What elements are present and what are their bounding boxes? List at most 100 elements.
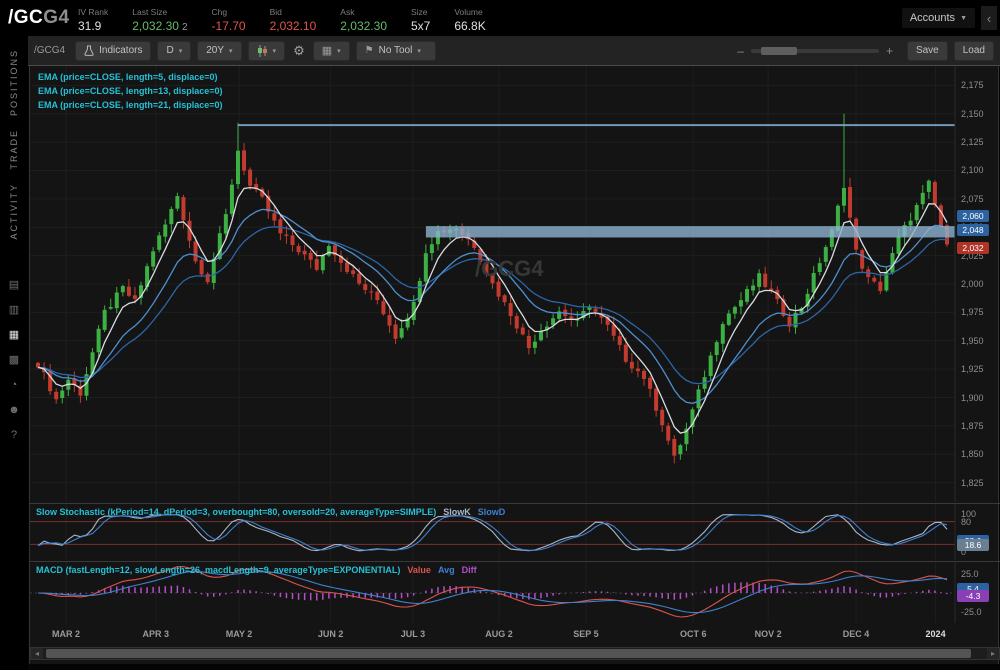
macd-study-label[interactable]: MACD (fastLength=12, slowLength=26, macd… [36,565,484,575]
chart-style-dropdown[interactable]: ▦ ▾ [313,41,350,61]
symbol-watermark: /GCG4 [475,256,543,282]
stochastic-panel: Slow Stochastic (kPeriod=14, dPeriod=3, … [30,503,1000,560]
chart-icon[interactable]: ▦ [5,328,23,342]
zoom-slider[interactable] [751,49,879,53]
zoom-in-button[interactable]: + [886,44,893,58]
candlestick-icon [257,45,268,57]
watchlist-icon[interactable]: ▤ [5,278,23,292]
range-value: 20Y [206,45,224,56]
macd-panel: MACD (fastLength=12, slowLength=26, macd… [30,561,1000,623]
widgets-icon[interactable]: ▩ [5,353,23,367]
price-axis-bubble: 2,032 [957,242,989,254]
ema13-study-label[interactable]: EMA (price=CLOSE, length=13, displace=0) [38,86,222,96]
zoom-control: – + [737,44,893,58]
orders-icon[interactable]: ▥ [5,303,23,317]
macd-value-legend: Value [407,565,431,575]
date-label: JUN 2 [318,629,344,639]
help-icon[interactable]: ? [5,428,23,442]
price-axis-tick: 2,125 [961,137,984,147]
range-dropdown[interactable]: 20Y ▾ [197,41,241,61]
sidebar-tab-trade[interactable]: TRADE [9,129,19,170]
quote-stat-value: -17.70 [212,19,246,33]
price-axis-bubble: 2,060 [957,210,989,222]
chevron-down-icon: ▾ [229,47,233,55]
quote-stat-label: Size [411,7,430,17]
symbol-root: /GC [8,7,43,28]
chevron-down-icon: ▾ [273,47,277,55]
macd-avg-legend: Avg [438,565,455,575]
sidebar-tab-activity[interactable]: ACTIVITY [9,183,19,240]
quote-stat-label: Volume [454,7,485,17]
date-label: APR 3 [143,629,170,639]
drawing-tool-value: No Tool [379,45,413,56]
symbol-contract: G4 [43,7,69,28]
chart-window: /GCG4 Indicators D ▾ 20Y ▾ ▾ ⚙ ▦ ▾ ⚑ No … [28,36,1000,670]
slowd-legend: SlowD [478,507,506,517]
zoom-slider-thumb[interactable] [761,47,797,55]
quote-stat-label: Last Size [132,7,187,17]
history-icon[interactable]: ◔ [5,378,23,392]
price-axis-tick: 1,975 [961,307,984,317]
chevron-down-icon: ▼ [960,15,967,22]
price-axis-tick: 2,150 [961,109,984,119]
date-label: DEC 4 [843,629,870,639]
price-axis-tick: 1,850 [961,449,984,459]
aggregation-value: D [166,45,173,56]
quote-stat-size: 2 [182,22,188,33]
chart-area: EMA (price=CLOSE, length=5, displace=0) … [29,66,999,664]
topbar-right: Accounts ▼ ‹ [902,6,1000,30]
quote-stat-value: 2,032.10 [270,19,317,33]
price-axis-tick: 1,950 [961,336,984,346]
quote-stats: IV Rank31.9Last Size2,032.302Chg-17.70Bi… [78,4,486,33]
chart-symbol-label: /GCG4 [34,45,65,56]
aggregation-dropdown[interactable]: D ▾ [157,41,191,61]
quote-stat: Ask2,032.30 [340,7,387,33]
ema5-study-label[interactable]: EMA (price=CLOSE, length=5, displace=0) [38,72,217,82]
quote-stat: IV Rank 31.9 [78,7,108,33]
load-button[interactable]: Load [954,41,994,61]
quote-stat-label: Chg [212,7,246,17]
quote-stat-label: Ask [340,7,387,17]
accounts-dropdown[interactable]: Accounts ▼ [902,8,975,28]
price-panel: EMA (price=CLOSE, length=5, displace=0) … [30,66,1000,502]
date-label: 2024 [926,629,946,639]
stochastic-study-label[interactable]: Slow Stochastic (kPeriod=14, dPeriod=3, … [36,507,512,517]
grid-icon: ▦ [322,44,332,57]
quote-stat: Volume 66.8K [454,7,485,33]
save-button[interactable]: Save [907,41,948,61]
quote-stat-value: 31.9 [78,19,108,33]
chart-type-dropdown[interactable]: ▾ [248,41,286,61]
zoom-out-button[interactable]: – [737,44,744,58]
settings-gear-icon[interactable]: ⚙ [291,43,307,59]
chart-scrollbar[interactable]: ◂ ▸ [30,647,1000,660]
scrollbar-thumb[interactable] [46,649,971,658]
scroll-left-arrow-icon[interactable]: ◂ [31,648,43,659]
quote-stat-label: IV Rank [78,7,108,17]
price-chart-canvas[interactable] [30,66,1000,502]
sidebar-tab-positions[interactable]: POSITIONS [9,49,19,116]
ema21-study-label[interactable]: EMA (price=CLOSE, length=21, displace=0) [38,100,222,110]
community-icon[interactable]: ☻ [5,403,23,417]
indicators-label: Indicators [99,45,142,56]
price-axis-tick: 2,075 [961,194,984,204]
price-axis-tick: 2,100 [961,165,984,175]
top-bar: /GCG4 IV Rank31.9Last Size2,032.302Chg-1… [0,0,1000,36]
date-label: MAY 2 [226,629,253,639]
date-label: JUL 3 [401,629,425,639]
flask-icon [84,45,94,56]
drawing-tool-dropdown[interactable]: ⚑ No Tool ▾ [356,41,436,61]
price-axis-tick: 1,925 [961,364,984,374]
stochastic-axis-tick: 80 [961,517,971,527]
indicators-button[interactable]: Indicators [75,41,151,61]
chevron-down-icon: ▾ [179,47,183,55]
quote-stat: Bid 2,032.10 [270,7,317,33]
scroll-right-arrow-icon[interactable]: ▸ [987,648,999,659]
collapse-panel-button[interactable]: ‹ [981,6,997,30]
quote-stat: Chg -17.70 [212,7,246,33]
date-label: AUG 2 [485,629,513,639]
macd-axis-tick: 25.0 [961,569,979,579]
price-axis-tick: 1,825 [961,478,984,488]
quote-stat-value: 5x7 [411,19,430,33]
quote-stat-value: 66.8K [454,19,485,33]
quote-stat-label: Bid [270,7,317,17]
